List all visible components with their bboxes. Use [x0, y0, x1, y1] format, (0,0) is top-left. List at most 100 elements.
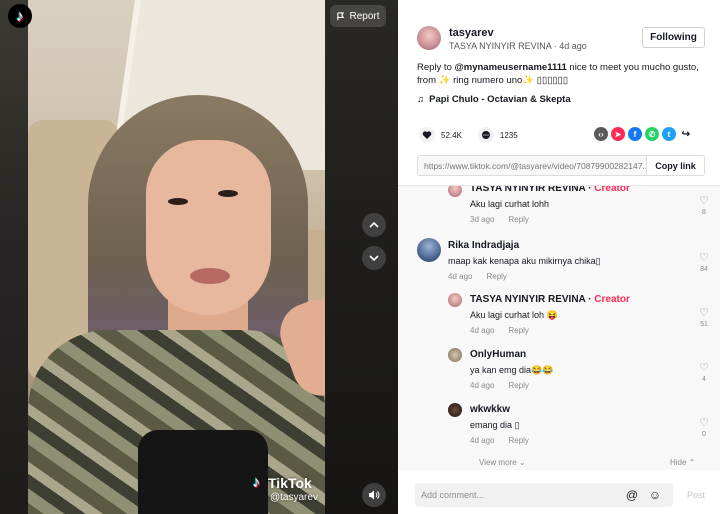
commenter-avatar[interactable]	[417, 238, 441, 262]
heart-outline-icon: ♡	[699, 252, 709, 264]
comment-time: 4d ago	[470, 436, 495, 445]
twitter-icon[interactable]: t	[662, 127, 676, 141]
share-arrow-icon[interactable]: ↪	[679, 127, 693, 141]
reply-button[interactable]: Reply	[508, 215, 528, 224]
comment-item: TASYA NYINYIR REVINA · Creator Aku lagi …	[448, 293, 709, 338]
post-stats: 52.4K 1235	[419, 127, 518, 143]
embed-icon[interactable]: ‹›	[594, 127, 608, 141]
commenter-name[interactable]: wkwkkw	[470, 404, 510, 415]
previous-video-button[interactable]	[362, 213, 386, 237]
comment-like[interactable]: ♡ 4	[697, 363, 711, 384]
heart-outline-icon: ♡	[699, 195, 709, 207]
author-avatar[interactable]	[417, 26, 441, 50]
video-player[interactable]	[28, 0, 325, 514]
comment-item: OnlyHuman ya kan emg dia😂😂 4d ago Reply ♡…	[448, 348, 709, 393]
music-note-icon: ♫	[417, 94, 425, 105]
chevron-up-icon: ⌃	[688, 458, 696, 467]
video-link-row: https://www.tiktok.com/@tasyarev/video/7…	[417, 155, 705, 176]
comment-count: 1235	[499, 130, 518, 140]
commenter-avatar[interactable]	[448, 186, 462, 197]
creator-badge: Creator	[594, 294, 630, 305]
comment-meta: 4d ago Reply	[470, 326, 529, 335]
info-pane: tasyarev TASYA NYINYIR REVINA · 4d ago F…	[398, 0, 720, 514]
video-link[interactable]: https://www.tiktok.com/@tasyarev/video/7…	[418, 156, 646, 175]
comment-text: maap kak kenapa aku mikirnya chika▯	[448, 256, 601, 266]
commenter-avatar[interactable]	[448, 293, 462, 307]
commenter-name[interactable]: TASYA NYINYIR REVINA · Creator	[470, 294, 630, 305]
creator-badge: Creator	[594, 185, 630, 194]
comment-text: emang dia ▯	[470, 420, 520, 430]
music-title: Papi Chulo - Octavian & Skepta	[429, 94, 571, 105]
add-comment-input[interactable]: Add comment... @ ☺	[415, 483, 673, 507]
like-count: 52.4K	[441, 130, 462, 140]
comment-button[interactable]	[477, 127, 494, 143]
comment-item: Rika Indradjaja maap kak kenapa aku miki…	[417, 238, 709, 283]
comment-meta: 3d ago Reply	[470, 215, 529, 224]
music-link[interactable]: ♫ Papi Chulo - Octavian & Skepta	[417, 94, 571, 105]
view-more-button[interactable]: View more ⌄	[479, 458, 526, 467]
tiktok-note-icon: ♪	[252, 474, 261, 491]
post-age: 4d ago	[559, 41, 587, 51]
commenter-name[interactable]: TASYA NYINYIR REVINA · Creator	[470, 185, 630, 194]
comment-time: 4d ago	[470, 326, 495, 335]
comment-like-count: 84	[700, 266, 708, 273]
post-comment-button[interactable]: Post	[687, 490, 705, 500]
next-video-button[interactable]	[362, 246, 386, 270]
comment-like-count: 51	[700, 321, 708, 328]
comment-like[interactable]: ♡ 8	[697, 195, 711, 217]
commenter-avatar[interactable]	[448, 348, 462, 362]
like-button[interactable]	[419, 127, 435, 143]
volume-button[interactable]	[362, 483, 386, 507]
emoji-icon[interactable]: ☺	[647, 487, 663, 503]
comment-text: ya kan emg dia😂😂	[470, 365, 554, 375]
chevron-down-icon: ⌄	[518, 458, 526, 467]
comment-meta: 4d ago Reply	[448, 272, 507, 281]
comment-text: Aku lagi curhat loh 😝	[470, 310, 558, 320]
comment-item: wkwkkw emang dia ▯ 4d ago Reply ♡ 0	[448, 403, 709, 448]
comment-like-count: 8	[702, 209, 706, 216]
report-button[interactable]: Report	[330, 5, 386, 27]
comment-text: Aku lagi curhat lohh	[470, 199, 550, 209]
reply-button[interactable]: Reply	[508, 381, 528, 390]
video-person-face	[146, 140, 271, 315]
send-icon[interactable]: ➤	[611, 127, 625, 141]
report-label: Report	[349, 10, 380, 22]
speaker-icon	[369, 490, 380, 500]
following-button[interactable]: Following	[642, 27, 705, 48]
facebook-icon[interactable]: f	[628, 127, 642, 141]
reply-button[interactable]: Reply	[508, 326, 528, 335]
reply-button[interactable]: Reply	[486, 272, 506, 281]
comment-like-count: 0	[702, 431, 706, 438]
video-pane: ♪ Report ♪ TikTok @tasyarev	[0, 0, 398, 514]
video-blur-left	[0, 0, 28, 514]
chevron-up-icon	[369, 221, 379, 228]
comment-item: TASYA NYINYIR REVINA · Creator Aku lagi …	[448, 185, 709, 228]
author-display-name: TASYA NYINYIR REVINA	[449, 41, 552, 51]
comment-like[interactable]: ♡ 84	[697, 252, 711, 274]
author-username[interactable]: tasyarev	[449, 27, 494, 39]
comment-list[interactable]: TASYA NYINYIR REVINA · Creator Aku lagi …	[398, 185, 720, 470]
chevron-down-icon	[369, 255, 379, 262]
caption-mention[interactable]: @mynameusername1111	[455, 62, 567, 73]
reply-button[interactable]: Reply	[508, 436, 528, 445]
tiktok-logo-icon[interactable]: ♪	[8, 4, 32, 28]
heart-outline-icon: ♡	[699, 417, 709, 429]
comment-like[interactable]: ♡ 0	[697, 417, 711, 439]
comment-like[interactable]: ♡ 51	[697, 308, 711, 329]
copy-link-button[interactable]: Copy link	[646, 156, 704, 175]
watermark-username: @tasyarev	[270, 492, 318, 503]
author-subline: TASYA NYINYIR REVINA · 4d ago	[449, 41, 587, 51]
comment-time: 3d ago	[470, 215, 495, 224]
whatsapp-icon[interactable]: ✆	[645, 127, 659, 141]
flag-icon	[337, 11, 345, 20]
watermark-brand: TikTok	[268, 474, 312, 491]
add-comment-placeholder: Add comment...	[421, 490, 485, 500]
mention-icon[interactable]: @	[624, 487, 640, 503]
commenter-avatar[interactable]	[448, 403, 462, 417]
share-buttons: ‹› ➤ f ✆ t ↪	[594, 127, 693, 141]
commenter-name[interactable]: Rika Indradjaja	[448, 240, 519, 251]
hide-replies-button[interactable]: Hide ⌃	[670, 458, 695, 467]
post-caption: Reply to @mynameusername1111 nice to mee…	[417, 61, 707, 87]
commenter-name[interactable]: OnlyHuman	[470, 349, 526, 360]
comment-like-count: 4	[702, 376, 706, 383]
